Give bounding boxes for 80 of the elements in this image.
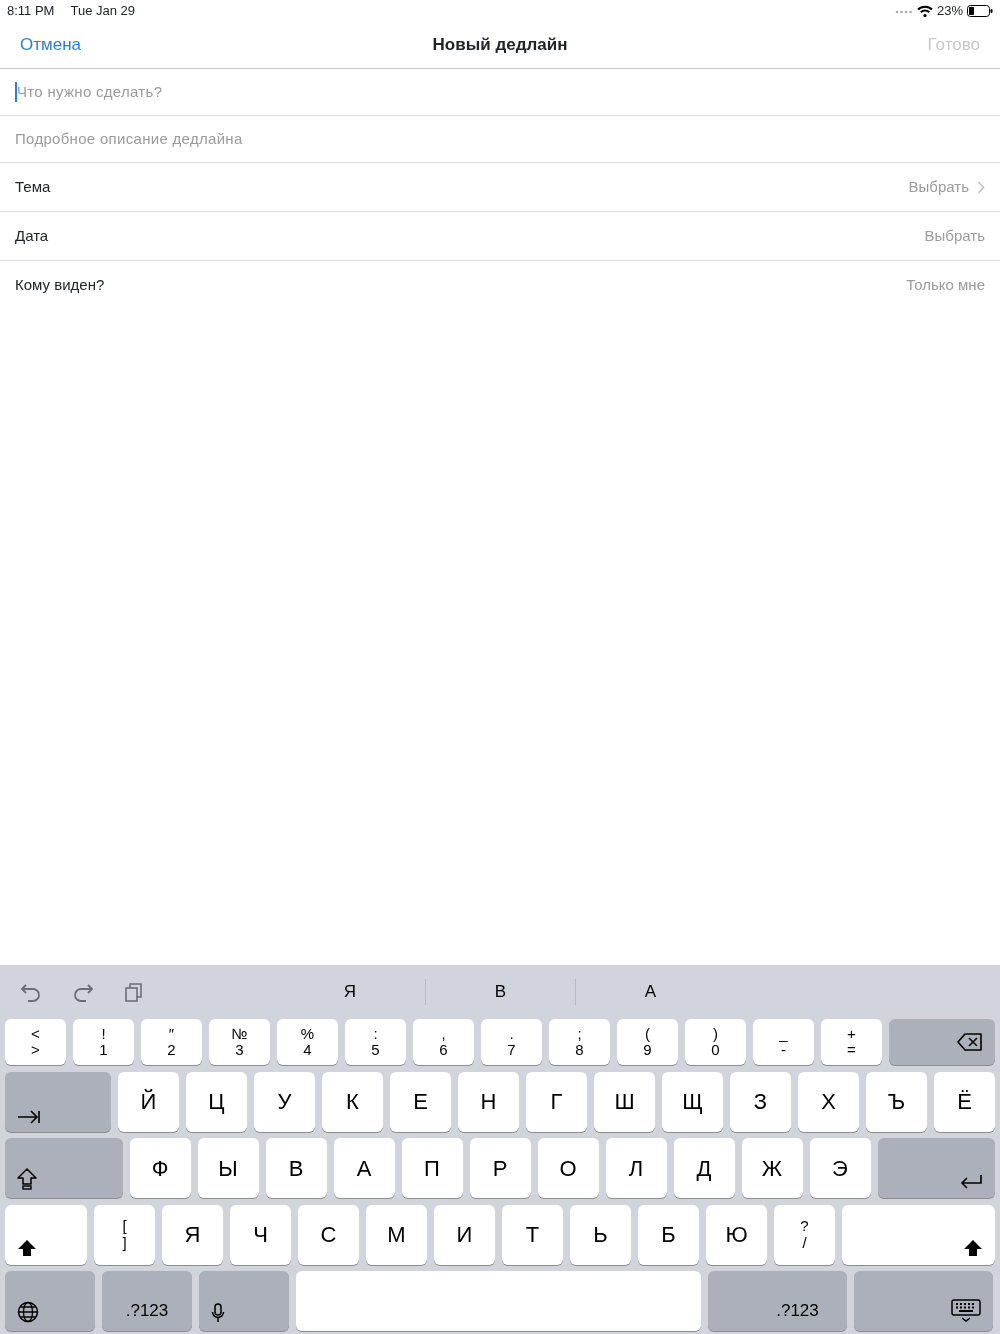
key[interactable]: Р <box>469 1138 531 1198</box>
cancel-button[interactable]: Отмена <box>20 32 81 58</box>
key[interactable]: Ж <box>741 1138 803 1198</box>
key[interactable]: И <box>434 1204 495 1265</box>
status-date: Tue Jan 29 <box>70 2 135 21</box>
keyboard-hide-icon <box>951 1299 981 1323</box>
key[interactable]: Г <box>526 1071 587 1132</box>
key[interactable]: [ ] <box>94 1204 155 1265</box>
globe-icon <box>17 1301 39 1323</box>
key[interactable]: _ - <box>753 1019 814 1065</box>
key[interactable]: Ф <box>129 1138 191 1198</box>
key[interactable]: Ч <box>230 1204 291 1265</box>
input-field[interactable]: Подробное описание дедлайна <box>15 127 415 151</box>
key[interactable]: А <box>333 1138 395 1198</box>
key[interactable]: . 7 <box>481 1019 542 1065</box>
row-label: Дата <box>15 225 49 246</box>
caps-key[interactable] <box>5 1138 123 1198</box>
numbers-key[interactable]: .?123 <box>708 1271 847 1331</box>
key[interactable]: ? / <box>774 1204 835 1265</box>
redo-icon[interactable] <box>72 981 94 1003</box>
key[interactable]: З <box>730 1071 791 1132</box>
key[interactable]: ″ 2 <box>141 1019 202 1065</box>
battery-icon <box>967 5 993 17</box>
shift-key[interactable] <box>5 1204 87 1265</box>
key[interactable]: Д <box>673 1138 735 1198</box>
microphone-icon <box>211 1303 225 1323</box>
key[interactable]: Щ <box>662 1071 723 1132</box>
key[interactable]: С <box>298 1204 359 1265</box>
delete-icon <box>957 1033 983 1051</box>
key[interactable]: Й <box>118 1071 179 1132</box>
key[interactable]: Н <box>458 1071 519 1132</box>
key[interactable]: ) 0 <box>685 1019 746 1065</box>
key[interactable]: Л <box>605 1138 667 1198</box>
globe-key[interactable] <box>5 1271 95 1331</box>
key[interactable]: Ь <box>570 1204 631 1265</box>
key[interactable]: Ш <box>594 1071 655 1132</box>
key[interactable]: ( 9 <box>617 1019 678 1065</box>
signal-icon <box>894 8 913 14</box>
key[interactable]: Ё <box>934 1071 995 1132</box>
key[interactable]: : 5 <box>345 1019 406 1065</box>
key[interactable]: Ы <box>197 1138 259 1198</box>
key[interactable]: Т <box>502 1204 563 1265</box>
key[interactable]: П <box>401 1138 463 1198</box>
numbers-key[interactable]: .?123 <box>102 1271 192 1331</box>
key[interactable]: Б <box>638 1204 699 1265</box>
key[interactable]: Ц <box>186 1071 247 1132</box>
wifi-icon <box>916 5 933 17</box>
key[interactable]: Ю <box>706 1204 767 1265</box>
input-field[interactable]: Что нужно сделать? <box>17 80 417 104</box>
tab-icon <box>17 1109 41 1124</box>
key[interactable]: Я <box>162 1204 223 1265</box>
suggestion[interactable]: В <box>425 979 575 1005</box>
caps-lock-icon <box>17 1168 37 1190</box>
row-label: Кому виден? <box>15 275 105 296</box>
undo-icon[interactable] <box>20 981 42 1003</box>
key[interactable]: Е <box>390 1071 451 1132</box>
row-label: Тема <box>15 176 51 197</box>
key[interactable]: Х <box>798 1071 859 1132</box>
status-time: 8:11 PM <box>7 2 55 21</box>
dismiss-key[interactable] <box>854 1271 993 1331</box>
key[interactable]: Ъ <box>866 1071 927 1132</box>
return-icon <box>959 1174 983 1190</box>
key[interactable]: + = <box>821 1019 882 1065</box>
key[interactable]: О <box>537 1138 599 1198</box>
suggestion[interactable]: Я <box>275 979 425 1005</box>
key[interactable]: М <box>366 1204 427 1265</box>
key[interactable]: , 6 <box>413 1019 474 1065</box>
battery-percent: 23% <box>936 2 963 21</box>
suggestion[interactable]: А <box>575 979 725 1005</box>
key[interactable]: У <box>254 1071 315 1132</box>
key[interactable]: % 4 <box>277 1019 338 1065</box>
key[interactable]: К <box>322 1071 383 1132</box>
key[interactable]: В <box>265 1138 327 1198</box>
key[interactable]: < > <box>5 1019 66 1065</box>
key[interactable]: Э <box>809 1138 871 1198</box>
delete-key[interactable] <box>889 1019 995 1065</box>
key[interactable]: ! 1 <box>73 1019 134 1065</box>
screen-title: Новый дедлайн <box>432 34 568 57</box>
key[interactable]: ; 8 <box>549 1019 610 1065</box>
key[interactable]: № 3 <box>209 1019 270 1065</box>
